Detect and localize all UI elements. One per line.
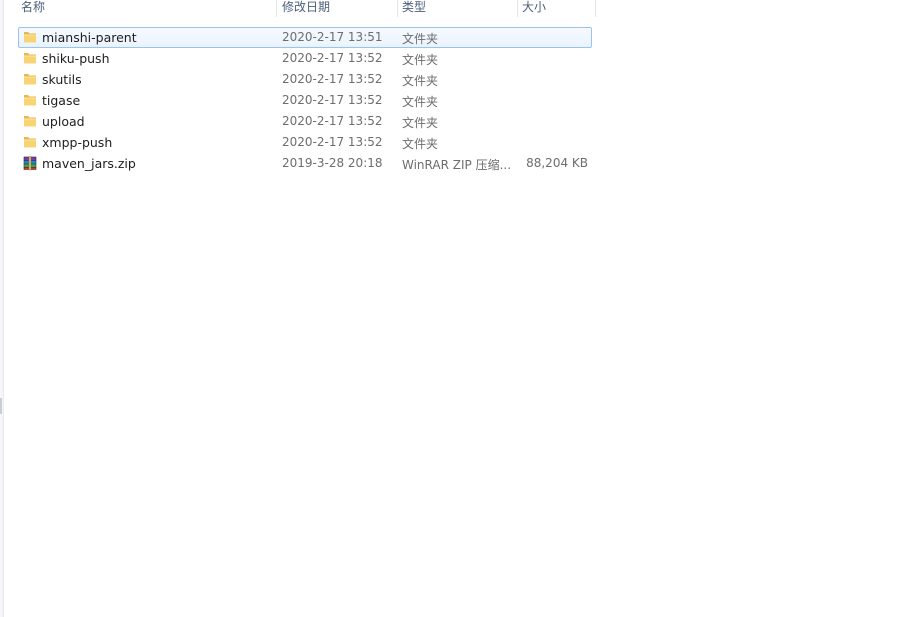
folder-icon: [22, 92, 38, 108]
file-name: shiku-push: [42, 51, 110, 66]
file-name: xmpp-push: [42, 135, 113, 150]
file-explorer-window: 名称 修改日期 类型 大小 mianshi-parent 2020-2-17 1…: [0, 0, 921, 617]
column-header-type[interactable]: 类型: [398, 0, 518, 17]
file-name: mianshi-parent: [42, 30, 137, 45]
file-type: 文件夹: [402, 53, 439, 67]
file-row-maven-jars-zip[interactable]: maven_jars.zip 2019-3-28 20:18 WinRAR ZI…: [18, 153, 592, 174]
file-row-tigase[interactable]: tigase 2020-2-17 13:52 文件夹: [18, 90, 592, 111]
folder-icon: [22, 50, 38, 66]
file-type: 文件夹: [402, 137, 439, 151]
winrar-archive-icon: [22, 155, 38, 171]
folder-icon: [22, 113, 38, 129]
file-row-shiku-push[interactable]: shiku-push 2020-2-17 13:52 文件夹: [18, 48, 592, 69]
file-date-modified: 2020-2-17 13:52: [282, 72, 383, 86]
file-date-modified: 2020-2-17 13:51: [282, 30, 383, 44]
column-header-row: 名称 修改日期 类型 大小: [4, 0, 596, 17]
file-type: 文件夹: [402, 32, 439, 46]
file-row-skutils[interactable]: skutils 2020-2-17 13:52 文件夹: [18, 69, 592, 90]
file-type: WinRAR ZIP 压缩...: [402, 158, 512, 172]
file-row-upload[interactable]: upload 2020-2-17 13:52 文件夹: [18, 111, 592, 132]
file-date-modified: 2020-2-17 13:52: [282, 93, 383, 107]
file-date-modified: 2020-2-17 13:52: [282, 135, 383, 149]
file-name: skutils: [42, 72, 82, 87]
file-list: mianshi-parent 2020-2-17 13:51 文件夹 shiku…: [18, 27, 593, 174]
file-type: 文件夹: [402, 95, 439, 109]
column-header-name[interactable]: 名称: [17, 0, 277, 17]
file-date-modified: 2019-3-28 20:18: [282, 156, 383, 170]
folder-icon: [22, 134, 38, 150]
navigation-pane-edge: [0, 0, 4, 617]
file-row-xmpp-push[interactable]: xmpp-push 2020-2-17 13:52 文件夹: [18, 132, 592, 153]
file-name: maven_jars.zip: [42, 156, 136, 171]
file-type: 文件夹: [402, 74, 439, 88]
file-row-mianshi-parent[interactable]: mianshi-parent 2020-2-17 13:51 文件夹: [18, 27, 592, 48]
column-header-date-modified[interactable]: 修改日期: [278, 0, 398, 17]
file-size: 88,204 KB: [526, 156, 588, 170]
pane-splitter-handle[interactable]: [0, 398, 2, 414]
file-date-modified: 2020-2-17 13:52: [282, 51, 383, 65]
file-name: tigase: [42, 93, 81, 108]
file-name: upload: [42, 114, 85, 129]
file-type: 文件夹: [402, 116, 439, 130]
folder-icon: [22, 71, 38, 87]
folder-icon: [22, 29, 38, 45]
column-header-size[interactable]: 大小: [518, 0, 596, 17]
file-date-modified: 2020-2-17 13:52: [282, 114, 383, 128]
